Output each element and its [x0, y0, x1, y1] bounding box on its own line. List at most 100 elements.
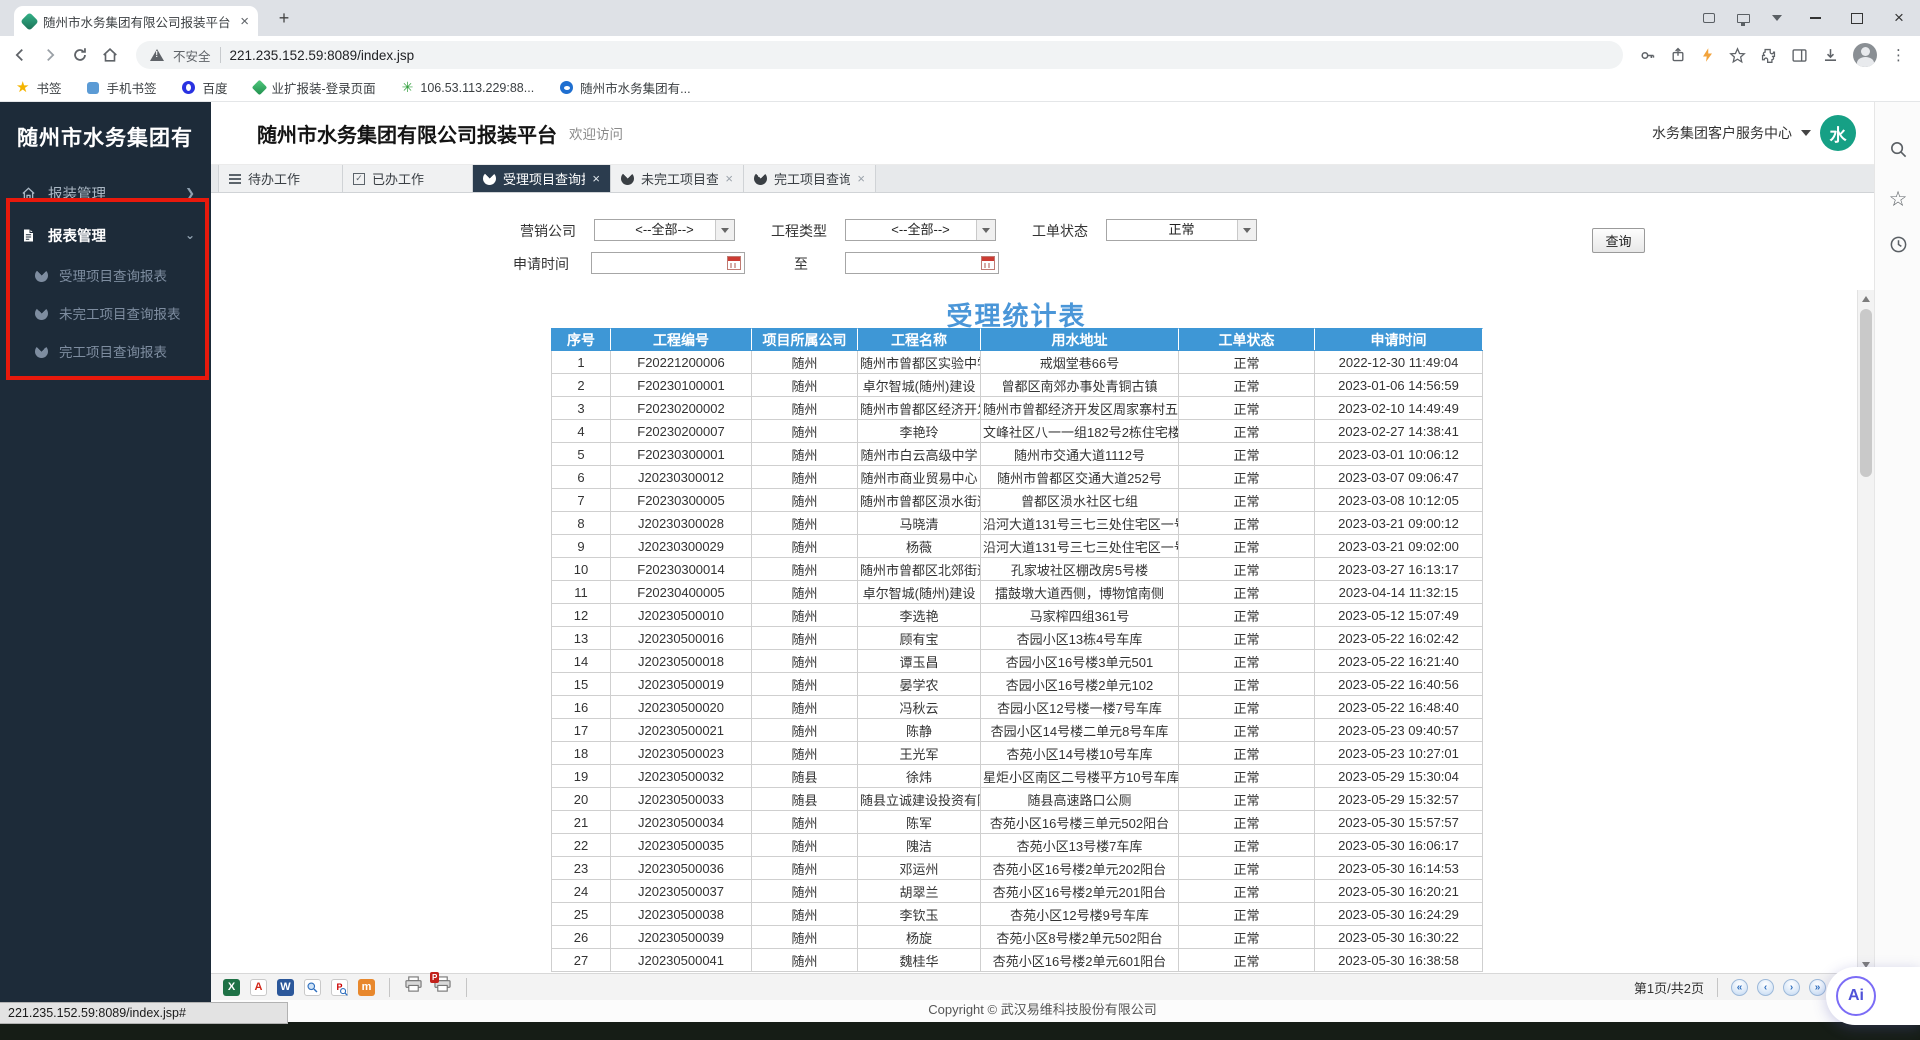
extensions-puzzle-icon[interactable] — [1760, 47, 1777, 64]
user-menu[interactable]: 水务集团客户服务中心 水 — [1652, 115, 1856, 151]
table-row[interactable]: 23J20230500036随州邓运州杏苑小区16号楼2单元202阳台正常202… — [552, 857, 1483, 880]
bookmark-item[interactable]: ★书签 — [16, 78, 61, 97]
lightning-extension-icon[interactable] — [1700, 47, 1715, 63]
table-row[interactable]: 9J20230300029随州杨薇沿河大道131号三七三处住宅区一号正常2023… — [552, 535, 1483, 558]
tab-todo[interactable]: 待办工作 — [218, 165, 343, 192]
print-icon[interactable] — [404, 976, 423, 998]
last-page-button[interactable]: » — [1809, 979, 1826, 996]
date-from-input[interactable] — [591, 252, 745, 274]
table-row[interactable]: 21J20230500034随州陈军杏苑小区16号楼三单元502阳台正常2023… — [552, 811, 1483, 834]
search-icon[interactable] — [1887, 138, 1909, 160]
back-icon[interactable] — [10, 45, 30, 65]
tab-finished-report[interactable]: 完工项目查询报表 × — [744, 165, 876, 192]
table-row[interactable]: 11F20230400005随州卓尔智城(随州)建设擂鼓墩大道西侧，博物馆南侧正… — [552, 581, 1483, 604]
maximize-button[interactable] — [1836, 0, 1878, 36]
scroll-up-arrow[interactable] — [1858, 290, 1874, 307]
calendar-icon[interactable] — [981, 256, 995, 270]
avatar[interactable]: 水 — [1820, 115, 1856, 151]
status-select[interactable]: 正常 — [1106, 219, 1257, 241]
table-row[interactable]: 17J20230500021随州陈静杏园小区14号楼二单元8号车库正常2023-… — [552, 719, 1483, 742]
company-select[interactable]: <--全部--> — [594, 219, 735, 241]
downloads-tray-icon[interactable] — [1760, 5, 1794, 31]
table-row[interactable]: 3F20230200002随州随州市曾都区经济开发随州市曾都经济开发区周家寨村五… — [552, 397, 1483, 420]
table-row[interactable]: 2F20230100001随州卓尔智城(随州)建设曾都区南郊办事处青铜古镇正常2… — [552, 374, 1483, 397]
browser-menu-icon[interactable]: ⋮ — [1891, 46, 1906, 64]
table-row[interactable]: 15J20230500019随州晏学农杏园小区16号楼2单元102正常2023-… — [552, 673, 1483, 696]
table-row[interactable]: 20J20230500033随县随县立诚建设投资有限随县高速路口公厕正常2023… — [552, 788, 1483, 811]
sidebar-subitem-finished[interactable]: 完工项目查询报表 — [0, 332, 211, 370]
table-row[interactable]: 26J20230500039随州杨旋杏苑小区8号楼2单元502阳台正常2023-… — [552, 926, 1483, 949]
table-row[interactable]: 10F20230300014随州随州市曾都区北郊街道孔家坡社区棚改房5号楼正常2… — [552, 558, 1483, 581]
table-row[interactable]: 25J20230500038随州李钦玉杏苑小区12号楼9号车库正常2023-05… — [552, 903, 1483, 926]
new-tab-button[interactable]: + — [272, 7, 296, 31]
word-export-icon[interactable]: W — [277, 979, 294, 996]
prev-page-button[interactable]: ‹ — [1757, 979, 1774, 996]
sidebar-item-baozhuang[interactable]: 报装管理 ❯ — [0, 172, 211, 214]
first-page-button[interactable]: « — [1731, 979, 1748, 996]
tab-preview-icon[interactable] — [1692, 5, 1726, 31]
favorites-star-icon[interactable]: ☆ — [1887, 188, 1909, 210]
tab-unfinished-report[interactable]: 未完工项目查询报表 × — [611, 165, 744, 192]
bookmark-item[interactable]: 随州市水务集团有... — [560, 78, 690, 97]
table-row[interactable]: 8J20230300028随州马晓清沿河大道131号三七三处住宅区一号正常202… — [552, 512, 1483, 535]
tab-close-icon[interactable]: × — [240, 14, 249, 29]
bookmark-star-icon[interactable] — [1729, 47, 1746, 64]
excel-export-icon[interactable]: X — [223, 979, 240, 996]
table-row[interactable]: 24J20230500037随州胡翠兰杏苑小区16号楼2单元201阳台正常202… — [552, 880, 1483, 903]
browser-tab[interactable]: 随州市水务集团有限公司报装平台 × — [14, 6, 258, 36]
report-scrollbar[interactable] — [1857, 290, 1874, 973]
tab-close-icon[interactable]: × — [725, 171, 733, 186]
address-bar[interactable]: 不安全 221.235.152.59:8089/index.jsp — [136, 41, 1623, 69]
table-row[interactable]: 6J20230300012随州随州市商业贸易中心随州市曾都区交通大道252号正常… — [552, 466, 1483, 489]
calendar-icon[interactable] — [727, 256, 741, 270]
table-row[interactable]: 14J20230500018随州谭玉昌杏园小区16号楼3单元501正常2023-… — [552, 650, 1483, 673]
table-row[interactable]: 1F20221200006随州随州市曾都区实验中学戒烟堂巷66号正常2022-1… — [552, 351, 1483, 374]
url-text[interactable]: 221.235.152.59:8089/index.jsp — [230, 48, 415, 63]
date-to-input[interactable] — [845, 252, 999, 274]
tab-close-icon[interactable]: × — [857, 171, 865, 186]
next-page-button[interactable]: › — [1783, 979, 1800, 996]
sidebar-subitem-unfinished[interactable]: 未完工项目查询报表 — [0, 294, 211, 332]
pdf-print-icon[interactable]: P — [433, 976, 452, 998]
pdf-preview-icon[interactable]: P — [331, 979, 348, 996]
query-button[interactable]: 查询 — [1592, 228, 1645, 253]
reload-icon[interactable] — [70, 45, 90, 65]
table-row[interactable]: 13J20230500016随州顾有宝杏园小区13栋4号车库正常2023-05-… — [552, 627, 1483, 650]
table-row[interactable]: 22J20230500035随州隗洁杏苑小区13号楼7车库正常2023-05-3… — [552, 834, 1483, 857]
tab-accepted-report[interactable]: 受理项目查询报表 × — [473, 165, 611, 192]
image-export-icon[interactable]: m — [358, 979, 375, 996]
print-preview-icon[interactable] — [304, 979, 321, 996]
tab-done[interactable]: ✓ 已办工作 — [343, 165, 473, 192]
table-row[interactable]: 18J20230500023随州王光军杏苑小区14号楼10号车库正常2023-0… — [552, 742, 1483, 765]
tab-close-icon[interactable]: × — [592, 171, 600, 186]
bookmark-item[interactable]: ✳106.53.113.229:88... — [402, 79, 535, 96]
bookmark-item[interactable]: 手机书签 — [87, 78, 156, 97]
minimize-button[interactable] — [1794, 0, 1836, 36]
side-panel-icon[interactable] — [1791, 47, 1808, 64]
pdf-export-icon[interactable]: A — [250, 979, 267, 996]
profile-avatar[interactable] — [1853, 43, 1877, 67]
password-key-icon[interactable] — [1639, 47, 1656, 64]
bookmark-item[interactable]: 业扩报装-登录页面 — [254, 78, 376, 97]
bookmark-item[interactable]: 百度 — [182, 78, 227, 97]
sidebar-item-baobiao[interactable]: 报表管理 ⌄ — [0, 214, 211, 256]
home-icon[interactable] — [100, 45, 120, 65]
table-row[interactable]: 16J20230500020随州冯秋云杏园小区12号楼一楼7号车库正常2023-… — [552, 696, 1483, 719]
ai-assistant-button[interactable]: Ai — [1826, 967, 1920, 1025]
history-clock-icon[interactable] — [1887, 233, 1909, 255]
table-row[interactable]: 12J20230500010随州李选艳马家榨四组361号正常2023-05-12… — [552, 604, 1483, 627]
downloads-icon[interactable] — [1822, 47, 1839, 64]
scroll-thumb[interactable] — [1860, 309, 1872, 477]
split-view-icon[interactable] — [1726, 5, 1760, 31]
table-row[interactable]: 27J20230500041随州魏桂华杏苑小区16号楼2单元601阳台正常202… — [552, 949, 1483, 972]
table-row[interactable]: 5F20230300001随州随州市白云高级中学随州市交通大道1112号正常20… — [552, 443, 1483, 466]
sidebar-subitem-accepted[interactable]: 受理项目查询报表 — [0, 256, 211, 294]
close-window-button[interactable]: × — [1878, 0, 1920, 36]
table-row[interactable]: 19J20230500032随县徐炜星炬小区南区二号楼平方10号车库正常2023… — [552, 765, 1483, 788]
table-row[interactable]: 7F20230300005随州随州市曾都区涢水街道曾都区涢水社区七组正常2023… — [552, 489, 1483, 512]
forward-icon[interactable] — [40, 45, 60, 65]
not-secure-warning-icon[interactable] — [150, 49, 164, 61]
table-row[interactable]: 4F20230200007随州李艳玲文峰社区八一一组182号2栋住宅楼正常202… — [552, 420, 1483, 443]
type-select[interactable]: <--全部--> — [845, 219, 996, 241]
share-icon[interactable] — [1670, 47, 1686, 63]
